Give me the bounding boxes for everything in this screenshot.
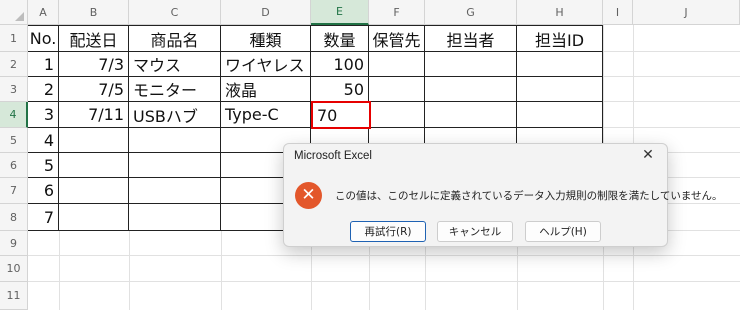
column-header-g[interactable]: G [425,0,517,25]
table-cell[interactable] [59,204,129,231]
column-header-f[interactable]: F [369,0,425,25]
table-cell[interactable]: 3 [28,102,59,128]
row-header-1[interactable]: 1 [0,25,28,52]
table-cell[interactable] [425,52,517,77]
table-cell[interactable] [517,102,603,128]
table-cell[interactable]: 50 [311,77,369,102]
gridline [221,231,222,310]
table-cell[interactable] [425,102,517,128]
table-cell[interactable] [129,204,221,231]
table-header-delivery-date[interactable]: 配送日 [59,26,129,52]
table-cell[interactable]: USBハブ [129,102,221,128]
column-header-c[interactable]: C [129,0,221,25]
table-header-quantity[interactable]: 数量 [311,26,369,52]
column-header-d[interactable]: D [221,0,311,25]
table-cell[interactable]: 7/5 [59,77,129,102]
table-cell[interactable]: マウス [129,52,221,77]
table-cell[interactable] [129,178,221,204]
table-cell[interactable] [369,52,425,77]
column-header-a[interactable]: A [28,0,59,25]
table-cell[interactable] [129,153,221,178]
table-header-person-id[interactable]: 担当ID [517,26,603,52]
help-button[interactable]: ヘルプ(H) [525,221,601,242]
retry-button[interactable]: 再試行(R) [350,221,426,242]
column-header-b[interactable]: B [59,0,129,25]
row-header-2[interactable]: 2 [0,52,28,77]
active-cell-value: 70 [317,106,338,125]
table-cell[interactable] [59,153,129,178]
table-cell[interactable]: 100 [311,52,369,77]
column-header-h[interactable]: H [517,0,603,25]
table-header-type[interactable]: 種類 [221,26,311,52]
row-header-6[interactable]: 6 [0,153,28,178]
gridline [28,281,740,282]
table-cell[interactable]: 7/11 [59,102,129,128]
row-header-7[interactable]: 7 [0,178,28,204]
table-cell[interactable] [59,178,129,204]
error-x-icon: ✕ [295,182,322,209]
column-header-i[interactable]: I [603,0,633,25]
gridline [129,231,130,310]
table-cell[interactable]: 2 [28,77,59,102]
table-cell[interactable] [369,77,425,102]
gridline [59,231,60,310]
active-cell-e4[interactable]: 70 [311,101,371,129]
table-header-no[interactable]: No. [28,26,59,52]
table-cell[interactable] [517,77,603,102]
table-cell[interactable] [129,128,221,153]
row-header-3[interactable]: 3 [0,77,28,102]
table-cell[interactable]: 7/3 [59,52,129,77]
row-header-4[interactable]: 4 [0,102,28,128]
select-all-corner[interactable] [0,0,28,25]
table-header-product-name[interactable]: 商品名 [129,26,221,52]
cancel-button[interactable]: キャンセル [437,221,513,242]
table-cell[interactable]: モニター [129,77,221,102]
table-header-person[interactable]: 担当者 [425,26,517,52]
table-cell[interactable]: 6 [28,178,59,204]
validation-error-dialog: Microsoft Excel ✕ ✕ この値は、このセルに定義されているデータ… [283,143,723,247]
table-cell[interactable]: 4 [28,128,59,153]
close-icon[interactable]: ✕ [639,147,657,163]
row-header-9[interactable]: 9 [0,231,28,256]
column-header-e[interactable]: E [311,0,369,25]
table-cell[interactable]: Type-C [221,102,311,128]
table-header-storage[interactable]: 保管先 [369,26,425,52]
row-header-10[interactable]: 10 [0,256,28,282]
table-cell[interactable]: 5 [28,153,59,178]
table-cell[interactable]: ワイヤレス [221,52,311,77]
table-cell[interactable]: 1 [28,52,59,77]
row-header-8[interactable]: 8 [0,204,28,231]
table-cell[interactable] [59,128,129,153]
table-cell[interactable] [517,52,603,77]
table-cell[interactable]: 液晶 [221,77,311,102]
table-cell[interactable] [425,77,517,102]
row-header-11[interactable]: 11 [0,282,28,310]
dialog-message: この値は、このセルに定義されているデータ入力規則の制限を満たしていません。 [335,190,723,202]
row-header-5[interactable]: 5 [0,128,28,153]
table-cell[interactable] [369,102,425,128]
gridline [28,255,740,256]
table-cell[interactable]: 7 [28,204,59,231]
column-header-j[interactable]: J [633,0,740,25]
dialog-title: Microsoft Excel [294,150,372,162]
